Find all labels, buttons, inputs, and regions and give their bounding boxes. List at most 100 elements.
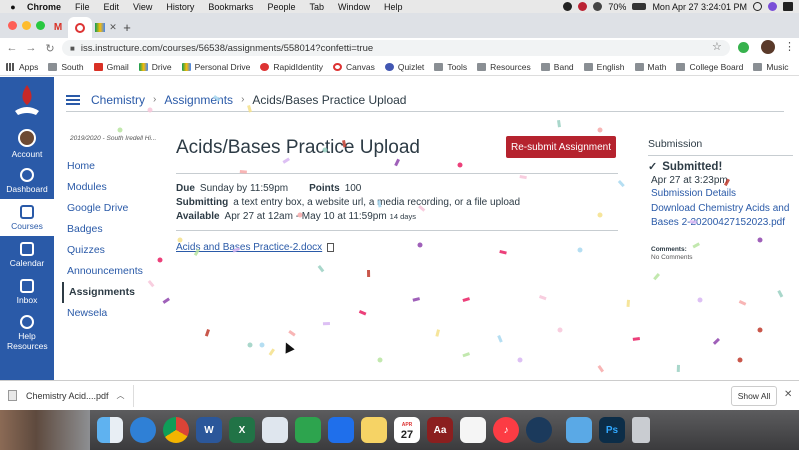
new-tab-button[interactable]: + xyxy=(120,17,134,38)
course-nav-badges[interactable]: Badges xyxy=(62,219,162,240)
minimize-window-button[interactable] xyxy=(22,21,31,30)
clock[interactable]: Mon Apr 27 3:24:01 PM xyxy=(652,2,747,12)
course-nav-newsela[interactable]: Newsela xyxy=(62,303,162,324)
extension-icon[interactable] xyxy=(738,42,749,53)
close-download-bar-icon[interactable]: ✕ xyxy=(784,389,792,400)
menu-history[interactable]: History xyxy=(159,2,201,12)
bookmark-item[interactable]: Quizlet xyxy=(384,62,424,72)
course-nav-announcements[interactable]: Announcements xyxy=(62,261,162,282)
menu-view[interactable]: View xyxy=(126,2,159,12)
bookmark-item[interactable]: Canvas xyxy=(333,62,375,72)
browser-menu-icon[interactable]: ⋮ xyxy=(784,40,795,53)
close-tab-icon[interactable]: ✕ xyxy=(109,22,117,33)
close-window-button[interactable] xyxy=(8,21,17,30)
address-bar[interactable]: ■ iss.instructure.com/courses/56538/assi… xyxy=(62,40,730,56)
submission-details-link[interactable]: Submission Details xyxy=(651,187,793,201)
music-icon[interactable]: ♪ xyxy=(493,417,519,443)
download-file-name[interactable]: Chemistry Acid....pdf xyxy=(26,391,109,401)
profile-avatar[interactable] xyxy=(761,40,775,54)
bookmark-item[interactable]: Gmail xyxy=(93,62,129,72)
calendar-app-icon[interactable]: APR 27 xyxy=(394,417,420,443)
notes-icon[interactable] xyxy=(361,417,387,443)
resubmit-assignment-button[interactable]: Re-submit Assignment xyxy=(506,136,616,158)
finder-icon[interactable] xyxy=(97,417,123,443)
bookmark-item[interactable]: Apps xyxy=(6,62,38,72)
course-nav-modules[interactable]: Modules xyxy=(62,177,162,198)
breadcrumb-assignments-link[interactable]: Assignments xyxy=(164,93,233,107)
school-logo[interactable] xyxy=(0,77,54,125)
quicktime-icon[interactable] xyxy=(526,417,552,443)
safari-icon[interactable] xyxy=(130,417,156,443)
menu-bookmarks[interactable]: Bookmarks xyxy=(201,2,260,12)
global-nav-dashboard[interactable]: Dashboard xyxy=(0,162,54,199)
breadcrumb-course-link[interactable]: Chemistry xyxy=(91,93,145,107)
photoshop-icon[interactable]: Ps xyxy=(599,417,625,443)
menu-file[interactable]: File xyxy=(68,2,97,12)
battery-icon[interactable] xyxy=(632,3,647,10)
chevron-up-icon[interactable]: ︿ xyxy=(117,390,125,401)
search-icon[interactable] xyxy=(753,2,762,11)
chrome-icon[interactable] xyxy=(163,417,189,443)
tab-canvas-active[interactable] xyxy=(68,17,92,38)
bookmark-item[interactable]: South xyxy=(48,62,84,72)
notification-center-icon[interactable] xyxy=(783,2,793,11)
bookmark-item[interactable]: Personal Drive xyxy=(181,62,250,72)
global-nav-courses[interactable]: Courses xyxy=(0,199,54,236)
bookmark-item[interactable]: Band xyxy=(540,62,574,72)
battery-percent[interactable]: 70% xyxy=(608,2,626,12)
menu-app-name[interactable]: Chrome xyxy=(20,2,68,12)
global-nav-help[interactable]: Help Resources xyxy=(0,310,54,356)
extension-status-icon[interactable] xyxy=(578,2,588,11)
bookmark-item[interactable]: College Board xyxy=(676,62,743,72)
zoom-window-button[interactable] xyxy=(36,21,45,30)
course-nav-assignments[interactable]: Assignments xyxy=(62,282,162,303)
preview-icon[interactable] xyxy=(262,417,288,443)
bookmark-star-icon[interactable]: ☆ xyxy=(712,40,722,53)
attached-file-link[interactable]: Acids and Bases Practice-2.docx xyxy=(176,242,335,253)
bookmark-item[interactable]: English xyxy=(583,62,625,72)
global-nav-account[interactable]: Account xyxy=(0,125,54,162)
course-nav-quizzes[interactable]: Quizzes xyxy=(62,240,162,261)
trash-icon[interactable] xyxy=(632,417,650,443)
back-icon[interactable]: ← xyxy=(5,42,19,54)
word-icon[interactable]: W xyxy=(196,417,222,443)
apple-menu-icon[interactable]: ● xyxy=(6,2,20,12)
dictionary-icon[interactable]: Aa xyxy=(427,417,453,443)
menu-people[interactable]: People xyxy=(260,2,302,12)
document-preview-icon[interactable] xyxy=(327,243,335,252)
wifi-icon[interactable] xyxy=(593,2,603,11)
bookmark-item[interactable]: Tools xyxy=(434,62,467,72)
course-navigation: 2019/2020 - South Iredell Hi... Home Mod… xyxy=(62,135,162,324)
course-nav-home[interactable]: Home xyxy=(62,156,162,177)
record-icon[interactable] xyxy=(563,2,573,11)
bookmark-item[interactable]: RapidIdentity xyxy=(260,62,323,72)
bookmark-item[interactable]: Drive xyxy=(138,62,172,72)
menu-edit[interactable]: Edit xyxy=(97,2,127,12)
forward-icon[interactable]: → xyxy=(24,42,38,54)
bookmark-item[interactable]: Math xyxy=(634,62,666,72)
menu-window[interactable]: Window xyxy=(331,2,377,12)
folder-icon[interactable] xyxy=(566,417,592,443)
attached-file-name[interactable]: Acids and Bases Practice-2.docx xyxy=(176,242,322,253)
keynote-icon[interactable] xyxy=(328,417,354,443)
global-nav-calendar[interactable]: Calendar xyxy=(0,236,54,273)
download-item[interactable]: Chemistry Acid....pdf ︿ xyxy=(8,384,134,407)
reload-icon[interactable]: ↻ xyxy=(43,42,57,55)
tab-drive[interactable]: ✕ xyxy=(94,17,118,38)
hamburger-menu-icon[interactable] xyxy=(66,94,80,105)
global-nav-inbox[interactable]: Inbox xyxy=(0,273,54,310)
download-submission-link[interactable]: Download Chemistry Acids and Bases 2-202… xyxy=(651,202,793,230)
excel-icon[interactable]: X xyxy=(229,417,255,443)
course-nav-google-drive[interactable]: Google Drive xyxy=(62,198,162,219)
bookmark-item[interactable]: Resources xyxy=(477,62,531,72)
reminders-icon[interactable] xyxy=(460,417,486,443)
show-all-downloads-button[interactable]: Show All xyxy=(731,386,777,406)
lock-icon[interactable]: ■ xyxy=(70,44,75,53)
menu-help[interactable]: Help xyxy=(377,2,410,12)
siri-icon[interactable] xyxy=(768,2,777,11)
numbers-icon[interactable] xyxy=(295,417,321,443)
tab-gmail[interactable]: M xyxy=(48,17,68,38)
confetti-piece xyxy=(632,337,640,341)
menu-tab[interactable]: Tab xyxy=(302,2,331,12)
bookmark-item[interactable]: Music xyxy=(753,62,789,72)
